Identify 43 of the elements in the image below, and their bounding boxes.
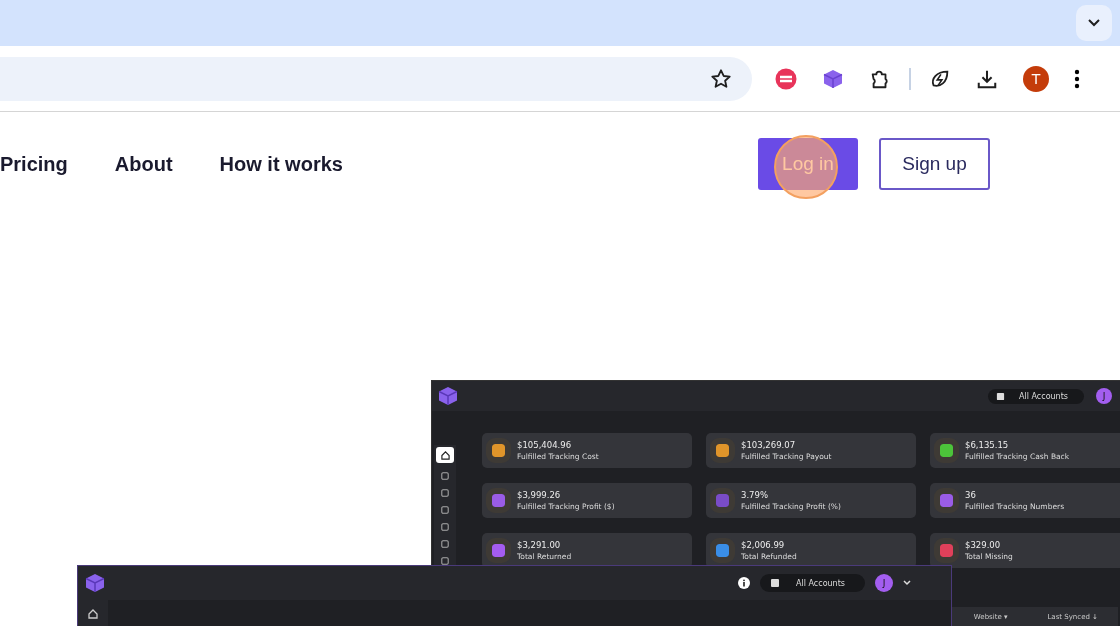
accounts-icon: [996, 391, 1006, 401]
stat-value: $105,404.96: [517, 440, 573, 450]
chevron-down-icon: [1088, 19, 1100, 27]
sidebar-nav-icon[interactable]: [441, 506, 449, 514]
stat-value: $3,291.00: [517, 540, 562, 550]
stat-value: $103,269.07: [741, 440, 797, 450]
box-icon[interactable]: [822, 68, 844, 90]
stat-value: $3,999.26: [517, 490, 562, 500]
user-avatar[interactable]: J: [1096, 388, 1112, 404]
sidebar-nav-icon[interactable]: [441, 489, 449, 497]
nav-link[interactable]: About: [114, 152, 173, 176]
sidebar-nav-icon[interactable]: [441, 472, 449, 480]
signup-button[interactable]: Sign up: [879, 138, 990, 190]
sidebar-nav-icon[interactable]: [441, 557, 449, 565]
account-label: All Accounts: [1019, 391, 1068, 401]
extension-icon[interactable]: [775, 68, 797, 90]
stat-value: $6,135.15: [965, 440, 1010, 450]
nav-link[interactable]: How it works: [219, 152, 343, 176]
account-label: All Accounts: [796, 578, 845, 588]
sidebar-nav-icon[interactable]: [441, 540, 449, 548]
stat-value: $2,006.99: [741, 540, 786, 550]
chevron-down-icon[interactable]: [903, 580, 911, 586]
more-menu-icon[interactable]: [1074, 69, 1080, 89]
profile-avatar[interactable]: T: [1023, 66, 1049, 92]
user-avatar[interactable]: J: [875, 574, 893, 592]
tab-search-button[interactable]: [1076, 5, 1112, 41]
home-nav-icon[interactable]: [436, 447, 454, 463]
home-nav-icon[interactable]: [88, 609, 98, 619]
nav-link[interactable]: Pricing: [0, 152, 68, 176]
sidebar-nav-icon[interactable]: [441, 523, 449, 531]
box-logo-icon: [84, 572, 106, 594]
info-icon[interactable]: [738, 577, 751, 589]
star-icon[interactable]: [710, 68, 732, 90]
account-selector[interactable]: All Accounts: [760, 574, 865, 592]
stat-value: $329.00: [965, 540, 1002, 550]
stat-value: 36: [965, 490, 977, 500]
puzzle-icon[interactable]: [869, 68, 891, 90]
box-logo-icon: [437, 385, 459, 407]
download-icon[interactable]: [976, 68, 998, 90]
account-selector[interactable]: All Accounts: [988, 388, 1084, 404]
leaf-icon[interactable]: [929, 68, 951, 90]
stat-value: 3.79%: [741, 490, 769, 500]
accounts-icon: [770, 578, 781, 588]
